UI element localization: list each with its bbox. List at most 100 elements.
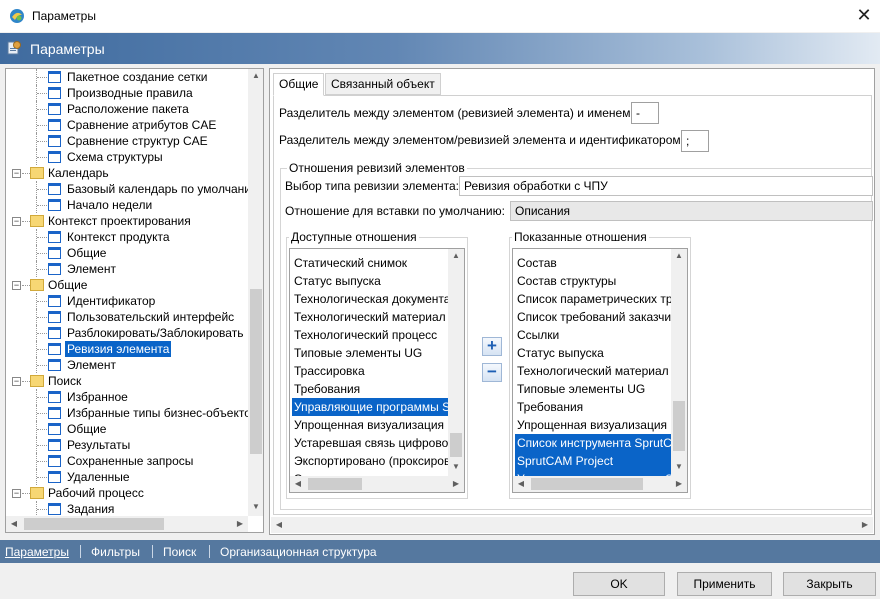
scroll-right-arrow-icon[interactable]: ▶ bbox=[448, 479, 464, 488]
shown-list-item[interactable]: SprutCAM Project bbox=[515, 452, 671, 470]
tree-item[interactable]: Пакетное создание сетки bbox=[6, 69, 246, 85]
scroll-left-arrow-icon[interactable]: ◀ bbox=[6, 519, 22, 528]
available-hscroll[interactable]: ◀ ▶ bbox=[290, 476, 464, 492]
tree-item[interactable]: Задания bbox=[6, 501, 246, 517]
shown-list-item[interactable]: Технологический материал bbox=[515, 362, 671, 380]
shown-relations-list[interactable]: Состав Состав структуры Список параметриче… bbox=[512, 248, 688, 493]
scroll-up-arrow-icon[interactable]: ▲ bbox=[671, 251, 687, 260]
shown-vscroll-thumb[interactable] bbox=[673, 401, 685, 451]
available-list-item[interactable]: Трассировка bbox=[292, 362, 448, 380]
tree-item[interactable]: Элемент bbox=[6, 357, 246, 373]
available-list-item[interactable]: Требования bbox=[292, 380, 448, 398]
shown-list-item[interactable]: Требования bbox=[515, 398, 671, 416]
scroll-right-arrow-icon[interactable]: ▶ bbox=[671, 479, 687, 488]
tree-hscroll-thumb[interactable] bbox=[24, 518, 164, 530]
revision-type-select[interactable]: Ревизия обработки с ЧПУ bbox=[459, 176, 873, 196]
tree-item[interactable]: Общие bbox=[6, 245, 246, 261]
collapse-toggle-icon[interactable]: − bbox=[12, 217, 21, 226]
available-list-item[interactable]: Технологический материал bbox=[292, 308, 448, 326]
shown-list-item[interactable]: Список инструмента SprutCA bbox=[515, 434, 680, 452]
shown-hscroll[interactable]: ◀ ▶ bbox=[513, 476, 687, 492]
scroll-down-arrow-icon[interactable]: ▼ bbox=[448, 462, 464, 471]
bottom-tab-filters[interactable]: Фильтры bbox=[91, 545, 140, 559]
name-separator-field[interactable]: - bbox=[631, 102, 659, 124]
shown-list-item[interactable]: Список требований заказчик bbox=[515, 308, 676, 326]
tree-item[interactable]: Идентификатор bbox=[6, 293, 246, 309]
shown-list-item[interactable]: Состав структуры bbox=[515, 272, 671, 290]
available-list-item[interactable]: Статический снимок bbox=[292, 254, 448, 272]
tree-item[interactable]: Сохраненные запросы bbox=[6, 453, 246, 469]
tree-item[interactable]: Разблокировать/Заблокировать bbox=[6, 325, 246, 341]
available-vscroll-thumb[interactable] bbox=[450, 433, 462, 457]
available-list-item[interactable]: Управляющие программы Sp bbox=[292, 398, 457, 416]
tab-related-object[interactable]: Связанный объект bbox=[325, 73, 441, 95]
id-separator-field[interactable]: ; bbox=[681, 130, 709, 152]
add-relation-button[interactable]: + bbox=[482, 337, 502, 356]
scroll-down-arrow-icon[interactable]: ▼ bbox=[671, 462, 687, 471]
shown-list-item[interactable]: Упрощенная визуализация bbox=[515, 416, 671, 434]
collapse-toggle-icon[interactable]: − bbox=[12, 169, 21, 178]
collapse-toggle-icon[interactable]: − bbox=[12, 489, 21, 498]
tree-folder[interactable]: − Поиск bbox=[6, 373, 246, 389]
tree-item[interactable]: Сравнение структур CAE bbox=[6, 133, 246, 149]
tree-item[interactable]: Избранное bbox=[6, 389, 246, 405]
scroll-left-arrow-icon[interactable]: ◀ bbox=[290, 479, 306, 488]
tree-folder[interactable]: − Рабочий процесс bbox=[6, 485, 246, 501]
scroll-left-arrow-icon[interactable]: ◀ bbox=[271, 520, 287, 529]
close-icon[interactable]: ✕ bbox=[852, 4, 876, 28]
bottom-tab-parameters[interactable]: Параметры bbox=[5, 545, 69, 559]
available-list-item[interactable]: Экспортировано (проксиров bbox=[292, 452, 450, 470]
tree-scroll-thumb[interactable] bbox=[250, 289, 262, 454]
shown-list-item[interactable]: Список параметрических тре bbox=[515, 290, 679, 308]
tree-item[interactable]: Пользовательский интерфейс bbox=[6, 309, 246, 325]
available-list-item[interactable]: Типовые элементы UG bbox=[292, 344, 448, 362]
tree-item[interactable]: Расположение пакета bbox=[6, 101, 246, 117]
tree-item[interactable]: Схема структуры bbox=[6, 149, 246, 165]
tree-item[interactable]: Избранные типы бизнес-объекто bbox=[6, 405, 251, 421]
available-list-item[interactable]: Упрощенная визуализация bbox=[292, 416, 448, 434]
ok-button[interactable]: OK bbox=[573, 572, 665, 596]
remove-relation-button[interactable]: − bbox=[482, 363, 502, 382]
available-vscroll[interactable]: ▲ ▼ bbox=[448, 249, 464, 476]
default-relation-select[interactable]: Описания bbox=[510, 201, 873, 221]
shown-list-item[interactable]: Состав bbox=[515, 254, 671, 272]
apply-button[interactable]: Применить bbox=[677, 572, 772, 596]
scroll-down-arrow-icon[interactable]: ▼ bbox=[248, 502, 263, 511]
bottom-tab-search[interactable]: Поиск bbox=[163, 545, 196, 559]
scroll-right-arrow-icon[interactable]: ▶ bbox=[232, 519, 248, 528]
shown-list-item[interactable]: Типовые элементы UG bbox=[515, 380, 671, 398]
tree-item[interactable]: Начало недели bbox=[6, 197, 246, 213]
close-button[interactable]: Закрыть bbox=[783, 572, 876, 596]
bottom-tab-org-structure[interactable]: Организационная структура bbox=[220, 545, 377, 559]
available-list-item[interactable]: Технологическая документац bbox=[292, 290, 457, 308]
collapse-toggle-icon[interactable]: − bbox=[12, 281, 21, 290]
tree-folder[interactable]: − Контекст проектирования bbox=[6, 213, 246, 229]
tree-folder[interactable]: − Общие bbox=[6, 277, 246, 293]
tree-horizontal-scrollbar[interactable]: ◀ ▶ bbox=[6, 516, 248, 532]
tree-item[interactable]: Удаленные bbox=[6, 469, 246, 485]
available-list-item[interactable]: Технологический процесс bbox=[292, 326, 448, 344]
scroll-up-arrow-icon[interactable]: ▲ bbox=[248, 71, 263, 80]
tree-item[interactable]: Сравнение атрибутов CAE bbox=[6, 117, 246, 133]
scroll-left-arrow-icon[interactable]: ◀ bbox=[513, 479, 529, 488]
shown-hscroll-thumb[interactable] bbox=[531, 478, 643, 490]
tab-general[interactable]: Общие bbox=[273, 73, 325, 96]
available-list-item[interactable]: Устаревшая связь цифровой bbox=[292, 434, 455, 452]
scroll-up-arrow-icon[interactable]: ▲ bbox=[448, 251, 464, 260]
tree-folder[interactable]: − Календарь bbox=[6, 165, 246, 181]
tree-item[interactable]: Общие bbox=[6, 421, 246, 437]
shown-vscroll[interactable]: ▲ ▼ bbox=[671, 249, 687, 476]
tree-item[interactable]: Контекст продукта bbox=[6, 229, 246, 245]
collapse-toggle-icon[interactable]: − bbox=[12, 377, 21, 386]
preferences-tree[interactable]: Пакетное создание сетки Производные прави… bbox=[5, 68, 264, 533]
tree-item[interactable]: Ревизия элемента bbox=[6, 341, 246, 357]
shown-list-item[interactable]: Статус выпуска bbox=[515, 344, 671, 362]
tree-item[interactable]: Элемент bbox=[6, 261, 246, 277]
tree-item[interactable]: Базовый календарь по умолчани bbox=[6, 181, 251, 197]
available-relations-list[interactable]: Статический снимок Статус выпуска Технолог… bbox=[289, 248, 465, 493]
scroll-right-arrow-icon[interactable]: ▶ bbox=[857, 520, 873, 529]
shown-list-item[interactable]: Ссылки bbox=[515, 326, 671, 344]
available-hscroll-thumb[interactable] bbox=[308, 478, 362, 490]
tree-item[interactable]: Производные правила bbox=[6, 85, 246, 101]
panel-horizontal-scrollbar[interactable]: ◀ ▶ bbox=[271, 517, 873, 533]
